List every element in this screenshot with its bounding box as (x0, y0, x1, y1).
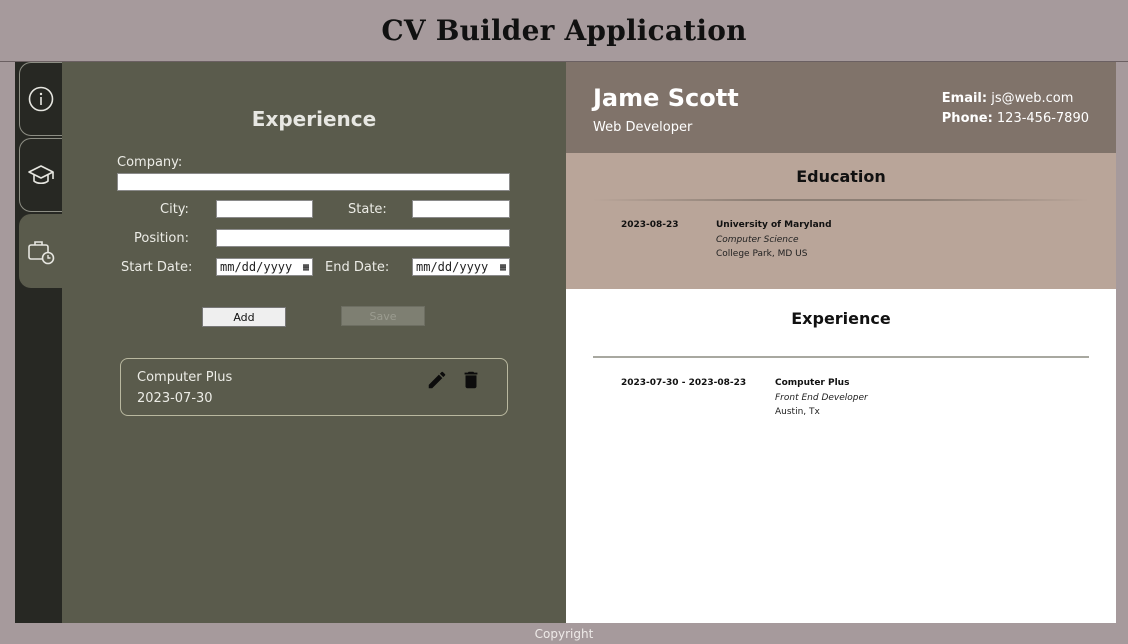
calendar-icon[interactable]: ▦ (500, 262, 506, 273)
education-divider (593, 199, 1089, 201)
experience-title: Experience (791, 309, 891, 328)
state-label: State: (348, 202, 387, 217)
education-field: Computer Science (716, 235, 799, 245)
cv-education-section: Education 2023-08-23 University of Maryl… (566, 153, 1116, 289)
company-input[interactable] (117, 173, 510, 191)
app-title: CV Builder Application (381, 14, 747, 47)
graduation-cap-icon (28, 165, 54, 185)
tab-experience[interactable] (19, 214, 62, 288)
position-label: Position: (134, 231, 189, 246)
education-location: College Park, MD US (716, 249, 808, 259)
experience-position: Front End Developer (775, 393, 868, 403)
end-date-label: End Date: (325, 260, 390, 275)
education-date: 2023-08-23 (621, 220, 679, 230)
cv-preview: Jame Scott Web Developer Email: js@web.c… (566, 62, 1116, 623)
add-button[interactable]: Add (202, 307, 286, 327)
cv-header: Jame Scott Web Developer Email: js@web.c… (566, 62, 1116, 153)
experience-form: Experience Company: City: State: Positio… (62, 62, 566, 623)
trash-icon[interactable] (460, 369, 482, 391)
start-date-value: mm/dd/yyyy (220, 260, 293, 274)
app-header: CV Builder Application (0, 0, 1128, 62)
tab-education[interactable] (19, 138, 62, 212)
info-icon (28, 86, 54, 112)
footer: Copyright (534, 627, 594, 641)
experience-entry-card: Computer Plus 2023-07-30 (120, 358, 508, 416)
sidebar (15, 62, 62, 623)
cv-contact: Email: js@web.com Phone: 123-456-7890 (942, 89, 1089, 129)
briefcase-clock-icon (28, 241, 55, 265)
save-button[interactable]: Save (341, 306, 425, 326)
start-date-input[interactable]: mm/dd/yyyy ▦ (216, 258, 313, 276)
form-title: Experience (251, 107, 377, 131)
calendar-icon[interactable]: ▦ (303, 262, 309, 273)
cv-email-row: Email: js@web.com (942, 89, 1089, 109)
cv-name: Jame Scott (593, 84, 739, 112)
end-date-input[interactable]: mm/dd/yyyy ▦ (412, 258, 510, 276)
start-date-label: Start Date: (121, 260, 193, 275)
edit-pencil-icon[interactable] (426, 369, 448, 391)
company-label: Company: (117, 155, 183, 170)
phone-value: 123-456-7890 (996, 111, 1089, 126)
experience-company: Computer Plus (775, 378, 850, 388)
entry-date: 2023-07-30 (137, 391, 213, 406)
end-date-value: mm/dd/yyyy (416, 260, 489, 274)
email-value: js@web.com (991, 91, 1074, 106)
entry-company: Computer Plus (137, 370, 233, 385)
tab-info[interactable] (19, 62, 62, 136)
phone-label: Phone: (941, 111, 993, 126)
experience-location: Austin, Tx (775, 407, 820, 417)
state-input[interactable] (412, 200, 510, 218)
experience-date: 2023-07-30 - 2023-08-23 (621, 378, 747, 388)
cv-phone-row: Phone: 123-456-7890 (942, 109, 1089, 129)
education-title: Education (796, 167, 886, 186)
position-input[interactable] (216, 229, 510, 247)
email-label: Email: (941, 91, 988, 106)
city-label: City: (160, 202, 189, 217)
cv-job-title: Web Developer (593, 120, 693, 135)
city-input[interactable] (216, 200, 313, 218)
education-institution: University of Maryland (716, 220, 832, 230)
experience-divider (593, 356, 1089, 358)
